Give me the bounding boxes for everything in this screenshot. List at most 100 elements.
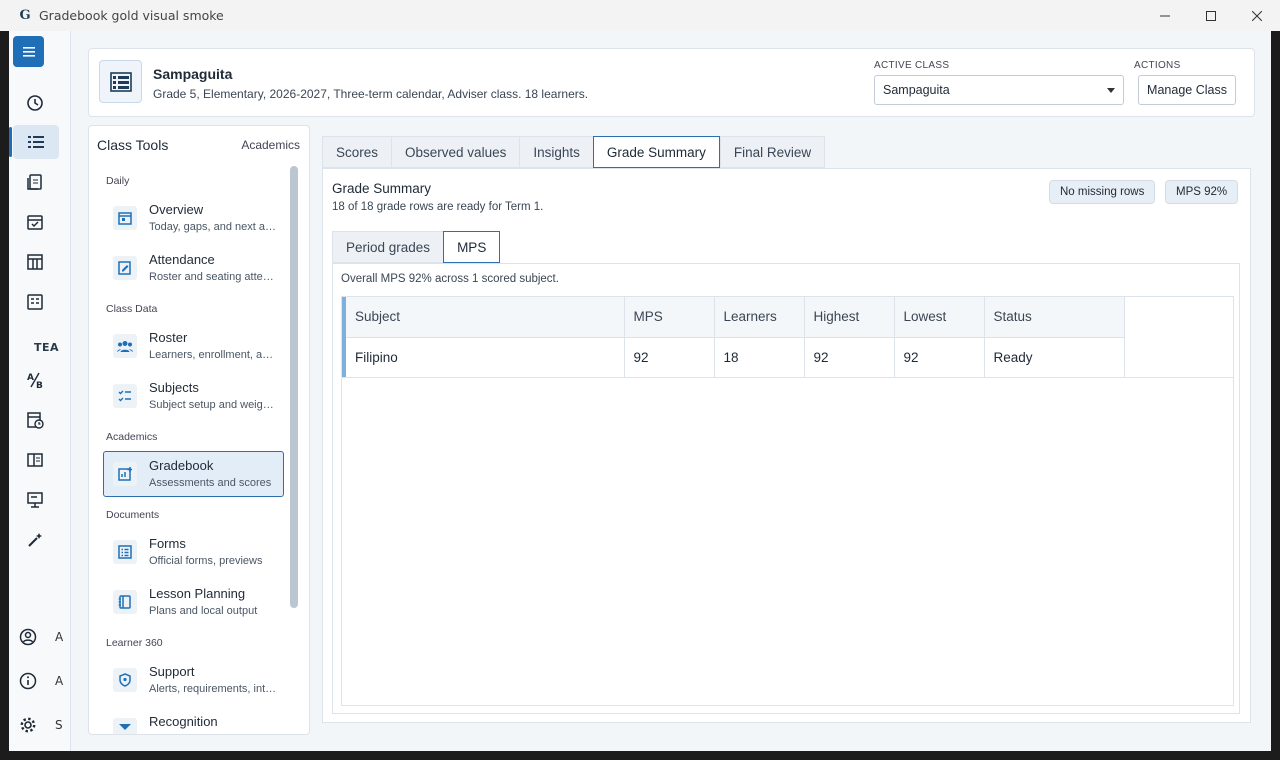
group-learner-360: Learner 360 bbox=[106, 637, 163, 649]
minimize-icon bbox=[1160, 15, 1170, 16]
rail-calendar[interactable] bbox=[13, 205, 57, 239]
rail-account-label: A bbox=[55, 630, 64, 644]
active-class-value: Sampaguita bbox=[883, 83, 950, 97]
column-header-mps[interactable]: MPS bbox=[624, 297, 715, 338]
class-name: Sampaguita bbox=[153, 66, 233, 82]
rail-about-label: A bbox=[55, 674, 64, 688]
documents-icon bbox=[27, 174, 42, 190]
class-header: Sampaguita Grade 5, Elementary, 2026-202… bbox=[88, 48, 1255, 117]
rail-settings-label: S bbox=[55, 718, 63, 732]
grade-summary-panel: Grade Summary 18 of 18 grade rows are re… bbox=[322, 168, 1251, 723]
column-header-status[interactable]: Status bbox=[984, 297, 1125, 338]
left-rail: TEA AB A A S bbox=[9, 31, 71, 751]
svg-text:A: A bbox=[27, 373, 34, 383]
rail-section-label: TEA bbox=[34, 341, 60, 354]
rail-magic[interactable] bbox=[13, 523, 57, 557]
nav-item-subtitle: Official forms, previews bbox=[149, 555, 263, 567]
rail-documents[interactable] bbox=[13, 165, 57, 199]
calendar-check-icon bbox=[27, 215, 43, 230]
class-tools-list: Daily Overview Today, gaps, and next act… bbox=[89, 164, 289, 734]
nav-item-gradebook[interactable]: Gradebook Assessments and scores bbox=[103, 451, 284, 497]
nav-item-title: Overview bbox=[149, 202, 204, 217]
book-icon bbox=[27, 453, 43, 467]
history-icon bbox=[27, 95, 43, 111]
calendar-icon bbox=[113, 206, 137, 230]
class-tools-scrollbar[interactable] bbox=[290, 166, 298, 608]
hamburger-menu-button[interactable] bbox=[13, 36, 44, 67]
rail-presentation[interactable] bbox=[13, 483, 57, 517]
title-bar: G Gradebook gold visual smoke bbox=[0, 0, 1280, 31]
nav-item-support[interactable]: Support Alerts, requirements, interventi… bbox=[103, 657, 284, 703]
nav-item-overview[interactable]: Overview Today, gaps, and next actions bbox=[103, 195, 284, 241]
actions-label: ACTIONS bbox=[1134, 60, 1181, 71]
info-icon bbox=[19, 672, 37, 690]
chevron-down-icon bbox=[1107, 88, 1115, 93]
rail-about[interactable] bbox=[13, 664, 43, 698]
class-tools-context: Academics bbox=[241, 138, 300, 152]
nav-item-title: Subjects bbox=[149, 380, 199, 395]
mps-summary: Overall MPS 92% across 1 scored subject. bbox=[341, 273, 559, 285]
class-description: Grade 5, Elementary, 2026-2027, Three-te… bbox=[153, 87, 589, 101]
manage-class-button[interactable]: Manage Class bbox=[1138, 75, 1236, 105]
tab-period-grades[interactable]: Period grades bbox=[332, 231, 444, 263]
nav-item-subtitle: Plans and local output bbox=[149, 605, 258, 617]
nav-item-roster[interactable]: Roster Learners, enrollment, and records bbox=[103, 323, 284, 369]
window-controls bbox=[1142, 0, 1280, 31]
tab-grade-summary[interactable]: Grade Summary bbox=[592, 136, 720, 168]
edit-note-icon bbox=[113, 256, 137, 280]
nav-item-attendance[interactable]: Attendance Roster and seating attendance bbox=[103, 245, 284, 291]
nav-item-subtitle: Learners, enrollment, and records bbox=[149, 349, 277, 361]
class-list-icon bbox=[99, 60, 142, 103]
column-header-lowest[interactable]: Lowest bbox=[894, 297, 985, 338]
tab-scores[interactable]: Scores bbox=[322, 136, 392, 168]
tab-mps[interactable]: MPS bbox=[443, 231, 501, 263]
nav-item-title: Attendance bbox=[149, 252, 215, 267]
mps-table: Subject MPS Learners Highest Lowest Stat… bbox=[341, 296, 1234, 706]
app-window: TEA AB A A S Sampaguita Grade 5, Element… bbox=[9, 31, 1271, 751]
grade-summary-title: Grade Summary bbox=[332, 181, 432, 196]
column-header-learners[interactable]: Learners bbox=[714, 297, 805, 338]
rail-book[interactable] bbox=[13, 443, 57, 477]
shield-icon bbox=[113, 668, 137, 692]
people-icon bbox=[113, 334, 137, 358]
column-header-highest[interactable]: Highest bbox=[804, 297, 895, 338]
rail-settings[interactable] bbox=[13, 708, 43, 742]
mps-panel: Overall MPS 92% across 1 scored subject.… bbox=[332, 263, 1240, 714]
rail-schedule[interactable] bbox=[13, 403, 57, 437]
tab-insights[interactable]: Insights bbox=[519, 136, 593, 168]
close-button[interactable] bbox=[1234, 0, 1280, 31]
row-divider bbox=[342, 337, 1233, 378]
report-icon bbox=[27, 294, 43, 310]
class-tools-title: Class Tools bbox=[97, 137, 169, 153]
minimize-button[interactable] bbox=[1142, 0, 1188, 31]
svg-text:B: B bbox=[36, 381, 43, 389]
nav-item-subtitle: Alerts, requirements, interventions bbox=[149, 683, 277, 695]
rail-report[interactable] bbox=[13, 285, 57, 319]
nav-item-title: Lesson Planning bbox=[149, 586, 246, 601]
rail-grading[interactable]: AB bbox=[13, 363, 57, 397]
checklist-icon bbox=[113, 384, 137, 408]
group-documents: Documents bbox=[106, 509, 160, 521]
nav-item-lesson-planning[interactable]: Lesson Planning Plans and local output bbox=[103, 579, 284, 625]
maximize-button[interactable] bbox=[1188, 0, 1234, 31]
group-class-data: Class Data bbox=[106, 303, 158, 315]
nav-item-recognition[interactable]: Recognition bbox=[103, 707, 284, 734]
table-header-row: Subject MPS Learners Highest Lowest Stat… bbox=[342, 297, 1125, 338]
rail-class-tools[interactable] bbox=[9, 125, 59, 159]
rail-table[interactable] bbox=[13, 245, 57, 279]
tab-final-review[interactable]: Final Review bbox=[719, 136, 826, 168]
nav-item-forms[interactable]: Forms Official forms, previews bbox=[103, 529, 284, 575]
rail-account[interactable] bbox=[13, 620, 43, 654]
active-class-select[interactable]: Sampaguita bbox=[874, 75, 1124, 105]
column-header-subject[interactable]: Subject bbox=[342, 297, 625, 338]
gear-icon bbox=[20, 717, 36, 733]
notebook-icon bbox=[113, 590, 137, 614]
tab-observed-values[interactable]: Observed values bbox=[391, 136, 520, 168]
rail-history[interactable] bbox=[13, 86, 57, 120]
list-icon bbox=[28, 136, 44, 148]
app-logo: G bbox=[19, 8, 31, 23]
main-tabs: Scores Observed values Insights Grade Su… bbox=[322, 136, 826, 168]
nav-item-subjects[interactable]: Subjects Subject setup and weights bbox=[103, 373, 284, 419]
table-icon bbox=[27, 254, 43, 270]
grade-scale-icon: AB bbox=[27, 372, 43, 389]
